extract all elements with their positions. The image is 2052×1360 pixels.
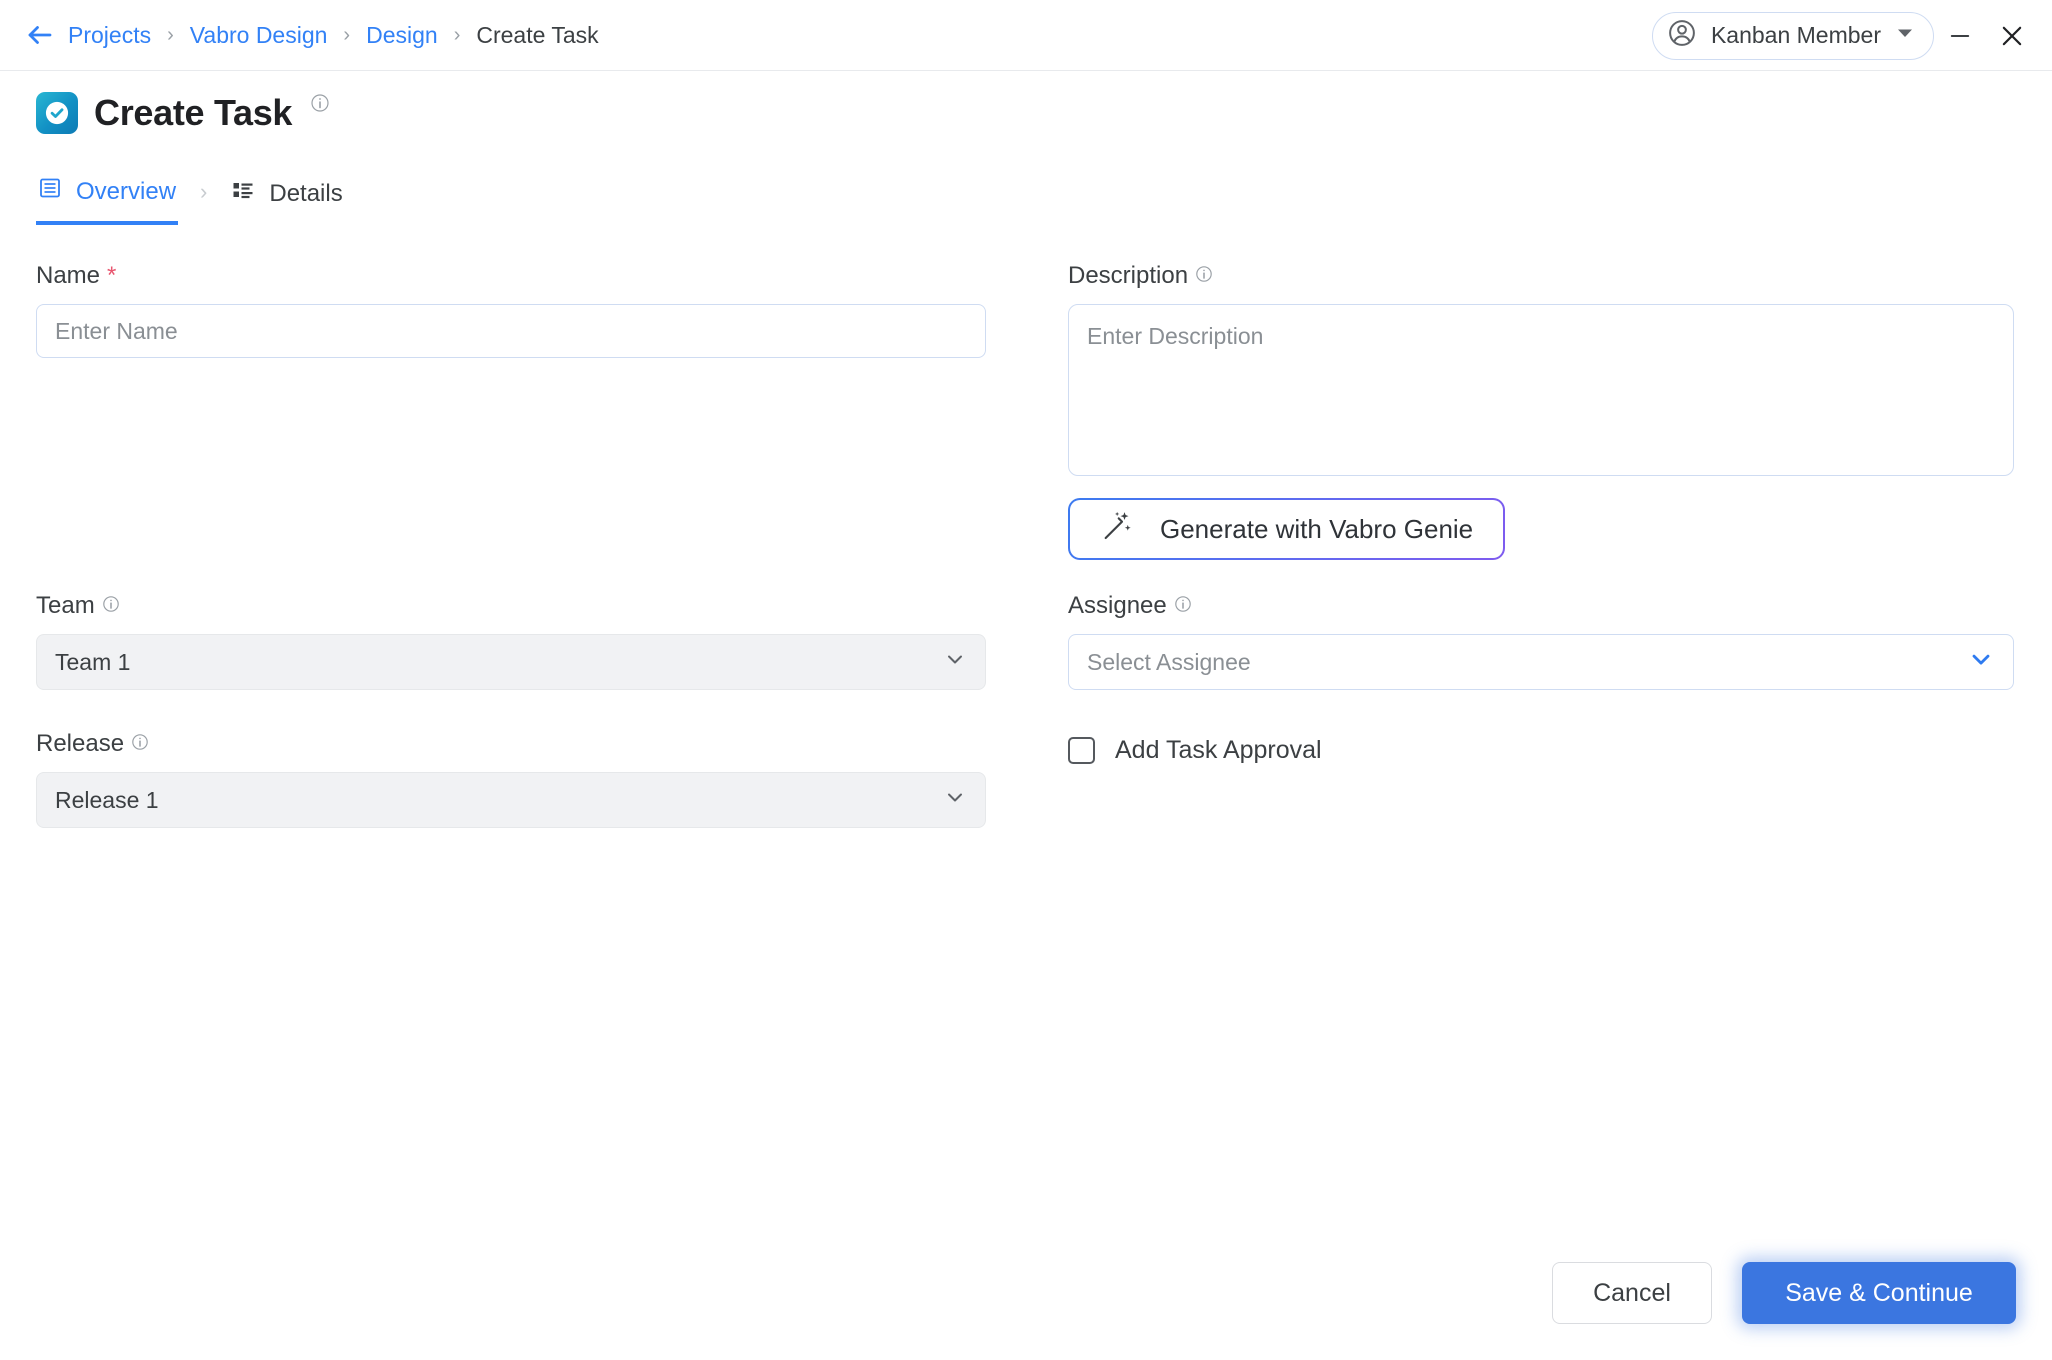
name-label-text: Name	[36, 262, 101, 289]
info-icon[interactable]	[1174, 592, 1192, 620]
chevron-down-icon	[1967, 645, 1995, 679]
tab-details[interactable]: Details	[229, 174, 344, 223]
release-label-text: Release	[36, 730, 125, 757]
team-select[interactable]: Team 1	[36, 634, 986, 690]
team-selected-value: Team 1	[55, 648, 131, 675]
description-field-group: Description	[1068, 262, 2014, 481]
breadcrumb-item-vabro-design[interactable]: Vabro Design	[190, 22, 328, 49]
add-task-approval-checkbox-row[interactable]: Add Task Approval	[1068, 736, 2014, 765]
window-controls-group: Kanban Member	[1651, 0, 2052, 71]
breadcrumb-item-design[interactable]: Design	[366, 22, 438, 49]
breadcrumb-item-create-task: Create Task	[476, 21, 599, 48]
page-title-row: Create Task	[36, 92, 330, 134]
details-list-icon	[231, 178, 255, 209]
add-task-approval-checkbox[interactable]	[1068, 737, 1095, 764]
assignee-label-text: Assignee	[1068, 592, 1167, 619]
back-arrow-icon[interactable]	[20, 15, 60, 55]
save-and-continue-button[interactable]: Save & Continue	[1742, 1262, 2016, 1324]
assignee-label: Assignee	[1068, 592, 2014, 620]
info-icon[interactable]	[310, 93, 330, 118]
release-selected-value: Release 1	[55, 786, 159, 813]
chevron-down-icon	[943, 785, 967, 815]
name-label: Name *	[36, 262, 986, 290]
team-label-text: Team	[36, 592, 95, 619]
release-select[interactable]: Release 1	[36, 772, 986, 828]
breadcrumb: Projects › Vabro Design › Design › Creat…	[68, 22, 599, 49]
minimize-button[interactable]	[1934, 10, 1986, 62]
close-button[interactable]	[1986, 10, 2038, 62]
team-label: Team	[36, 592, 986, 620]
generate-with-vabro-genie-button[interactable]: Generate with Vabro Genie	[1068, 498, 1505, 560]
chevron-down-icon	[1895, 23, 1915, 48]
breadcrumb-separator: ›	[167, 23, 174, 46]
team-field-group: Team Team 1	[36, 592, 986, 690]
breadcrumb-separator: ›	[453, 23, 461, 46]
info-icon[interactable]	[102, 592, 120, 620]
tab-bar: Overview › Details	[36, 172, 345, 225]
info-icon[interactable]	[131, 730, 149, 758]
tab-details-label: Details	[269, 179, 343, 207]
user-name-label: Kanban Member	[1710, 22, 1881, 48]
tab-overview[interactable]: Overview	[36, 172, 179, 225]
tab-separator: ›	[200, 178, 208, 204]
task-approval-row: Add Task Approval	[1068, 736, 2014, 765]
description-textarea[interactable]	[1068, 304, 2014, 476]
task-check-icon	[36, 92, 78, 134]
release-label: Release	[36, 730, 986, 758]
genie-button-wrap: Generate with Vabro Genie	[1068, 498, 2014, 560]
page-title: Create Task	[94, 92, 293, 133]
assignee-field-group: Assignee Select Assignee	[1068, 592, 2014, 690]
name-input[interactable]	[36, 304, 986, 358]
top-breadcrumb-bar: Projects › Vabro Design › Design › Creat…	[0, 0, 2052, 71]
footer-actions: Cancel Save & Continue	[1552, 1262, 2016, 1324]
required-marker: *	[107, 262, 117, 289]
description-label: Description	[1068, 262, 2014, 290]
list-grid-icon	[38, 176, 62, 207]
add-task-approval-label: Add Task Approval	[1115, 736, 1322, 764]
description-label-text: Description	[1068, 262, 1189, 289]
tab-overview-label: Overview	[76, 177, 177, 205]
assignee-select[interactable]: Select Assignee	[1068, 634, 2014, 690]
breadcrumb-separator: ›	[343, 23, 351, 46]
assignee-placeholder-text: Select Assignee	[1087, 648, 1251, 675]
user-menu-button[interactable]: Kanban Member	[1651, 11, 1934, 60]
chevron-down-icon	[943, 647, 967, 677]
create-task-window: Projects › Vabro Design › Design › Creat…	[0, 0, 2052, 1360]
magic-wand-icon	[1100, 509, 1134, 550]
user-circle-icon	[1667, 18, 1697, 53]
name-field-group: Name *	[36, 262, 986, 358]
info-icon[interactable]	[1195, 262, 1213, 290]
genie-button-label: Generate with Vabro Genie	[1160, 513, 1474, 544]
cancel-button[interactable]: Cancel	[1552, 1262, 1712, 1324]
release-field-group: Release Release 1	[36, 730, 986, 828]
breadcrumb-item-projects[interactable]: Projects	[68, 22, 151, 49]
